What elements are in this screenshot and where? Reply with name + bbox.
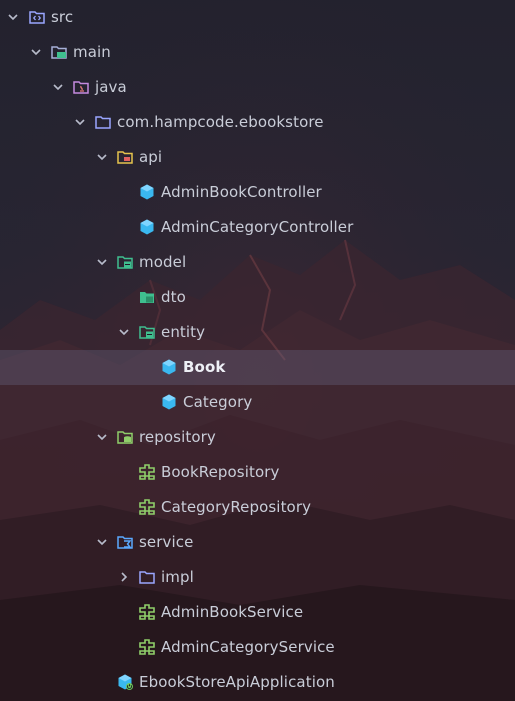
- chevron-down-icon[interactable]: [95, 430, 109, 444]
- package-folder-icon: [94, 113, 112, 131]
- interface-icon: [138, 498, 156, 516]
- tree-node-category[interactable]: Category: [0, 385, 515, 420]
- tree-node-label: java: [95, 78, 127, 96]
- tree-node-label: api: [139, 148, 163, 166]
- tree-node-label: model: [139, 253, 187, 271]
- class-icon: [138, 183, 156, 201]
- chevron-right-icon[interactable]: [117, 570, 131, 584]
- tree-node-main[interactable]: main: [0, 35, 515, 70]
- tree-node-java[interactable]: java: [0, 70, 515, 105]
- tree-node-label: repository: [139, 428, 216, 446]
- tree-node-entity[interactable]: entity: [0, 315, 515, 350]
- tree-node-label: dto: [161, 288, 186, 306]
- chevron-down-icon[interactable]: [29, 45, 43, 59]
- tree-node-label: src: [51, 8, 74, 26]
- tree-node-label: BookRepository: [161, 463, 280, 481]
- tree-node-label: impl: [161, 568, 194, 586]
- tree-node-admin-category-controller[interactable]: AdminCategoryController: [0, 210, 515, 245]
- tree-node-dto[interactable]: dto: [0, 280, 515, 315]
- tree-node-model[interactable]: model: [0, 245, 515, 280]
- api-package-icon: [116, 148, 134, 166]
- interface-icon: [138, 603, 156, 621]
- chevron-down-icon[interactable]: [51, 80, 65, 94]
- dto-package-icon: [138, 288, 156, 306]
- tree-node-repository[interactable]: repository: [0, 420, 515, 455]
- model-package-icon: [116, 253, 134, 271]
- tree-node-book-repository[interactable]: BookRepository: [0, 455, 515, 490]
- class-icon: [160, 358, 178, 376]
- tree-node-category-repository[interactable]: CategoryRepository: [0, 490, 515, 525]
- tree-node-label: com.hampcode.ebookstore: [117, 113, 324, 131]
- tree-node-label: CategoryRepository: [161, 498, 312, 516]
- chevron-down-icon[interactable]: [95, 535, 109, 549]
- module-folder-icon: [50, 43, 68, 61]
- tree-node-ebookstore-api-application[interactable]: EbookStoreApiApplication: [0, 665, 515, 700]
- interface-icon: [138, 463, 156, 481]
- tree-node-label: Book: [183, 358, 226, 376]
- tree-node-api[interactable]: api: [0, 140, 515, 175]
- entity-package-icon: [138, 323, 156, 341]
- tree-node-admin-book-service[interactable]: AdminBookService: [0, 595, 515, 630]
- tree-node-label: main: [73, 43, 111, 61]
- tree-node-label: Category: [183, 393, 253, 411]
- service-package-icon: [116, 533, 134, 551]
- spring-boot-application-icon: [116, 673, 134, 691]
- tree-node-label: AdminBookController: [161, 183, 322, 201]
- tree-node-src[interactable]: src: [0, 0, 515, 35]
- repository-package-icon: [116, 428, 134, 446]
- tree-node-label: entity: [161, 323, 206, 341]
- chevron-down-icon[interactable]: [95, 150, 109, 164]
- class-icon: [160, 393, 178, 411]
- tree-node-package-root[interactable]: com.hampcode.ebookstore: [0, 105, 515, 140]
- java-source-root-icon: [72, 78, 90, 96]
- tree-node-admin-book-controller[interactable]: AdminBookController: [0, 175, 515, 210]
- class-icon: [138, 218, 156, 236]
- chevron-down-icon[interactable]: [6, 10, 20, 24]
- chevron-down-icon[interactable]: [117, 325, 131, 339]
- tree-node-book[interactable]: Book: [0, 350, 515, 385]
- tree-node-admin-category-service[interactable]: AdminCategoryService: [0, 630, 515, 665]
- chevron-down-icon[interactable]: [73, 115, 87, 129]
- tree-node-label: EbookStoreApiApplication: [139, 673, 335, 691]
- tree-node-service[interactable]: service: [0, 525, 515, 560]
- tree-node-label: AdminCategoryController: [161, 218, 354, 236]
- package-folder-icon: [138, 568, 156, 586]
- tree-node-label: AdminCategoryService: [161, 638, 335, 656]
- tree-node-label: AdminBookService: [161, 603, 304, 621]
- source-folder-icon: [28, 8, 46, 26]
- chevron-down-icon[interactable]: [95, 255, 109, 269]
- project-tree: src main java com.hampcode.ebookstore ap…: [0, 0, 515, 700]
- tree-node-impl[interactable]: impl: [0, 560, 515, 595]
- tree-node-label: service: [139, 533, 194, 551]
- interface-icon: [138, 638, 156, 656]
